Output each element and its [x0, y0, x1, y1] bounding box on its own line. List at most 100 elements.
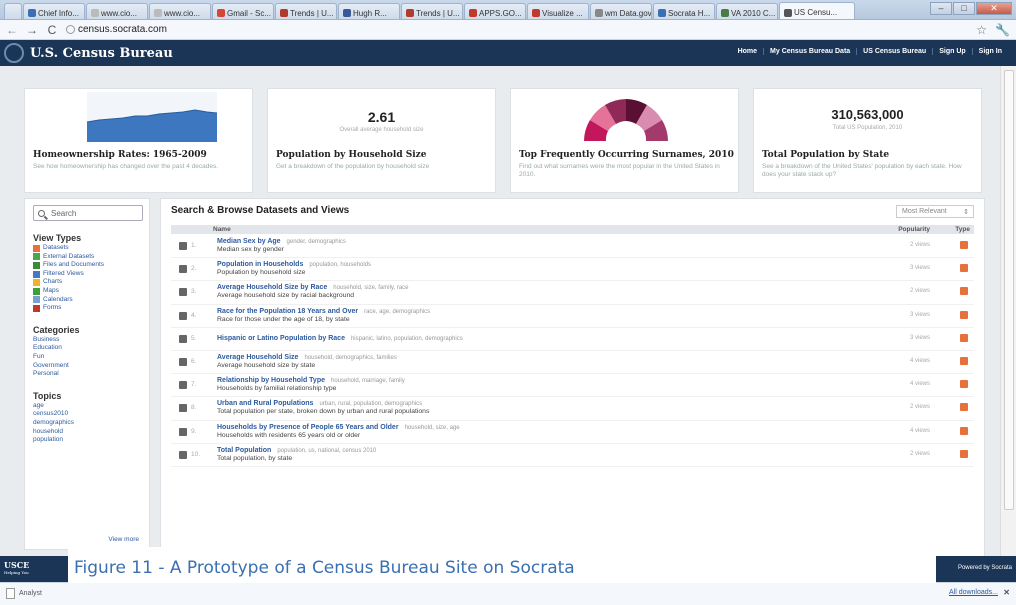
dataset-link[interactable]: Race for the Population 18 Years and Ove… — [217, 308, 358, 315]
browser-tab[interactable]: Hugh R... — [338, 3, 400, 19]
nav-my-data[interactable]: My Census Bureau Data — [763, 48, 856, 55]
table-row[interactable]: 10. Total Population population, us, natio… — [171, 444, 974, 467]
view-type-item[interactable]: Datasets — [33, 244, 141, 253]
topic-item[interactable]: demographics — [33, 419, 141, 428]
dataset-title: Population in Households population, hous… — [217, 261, 371, 268]
featured-card-total-population[interactable]: 310,563,000 Total US Population, 2010 To… — [753, 88, 982, 193]
dataset-link[interactable]: Average Household Size by Race — [217, 284, 327, 291]
view-type-item[interactable]: External Datasets — [33, 253, 141, 262]
browser-tab[interactable]: Trends | U... — [275, 3, 337, 19]
expand-row-icon[interactable] — [179, 265, 187, 274]
browser-tab[interactable]: VA 2010 C... — [716, 3, 778, 19]
view-type-item[interactable]: Files and Documents — [33, 261, 141, 270]
sort-select[interactable]: Most Relevant ⇕ — [896, 205, 974, 218]
browser-tab[interactable]: wm Data.gov — [590, 3, 652, 19]
browser-tab[interactable]: Chief Info... — [23, 3, 85, 19]
minimize-button[interactable]: – — [930, 2, 952, 15]
view-type-item[interactable]: Forms — [33, 304, 141, 313]
nav-home[interactable]: Home — [732, 48, 763, 55]
forward-icon[interactable]: → — [26, 23, 38, 37]
browser-tab[interactable]: Socrata H... — [653, 3, 715, 19]
table-row[interactable]: 8. Urban and Rural Populations urban, rura… — [171, 397, 974, 421]
topic-item[interactable]: population — [33, 436, 141, 445]
expand-row-icon[interactable] — [179, 404, 187, 413]
dataset-link[interactable]: Average Household Size — [217, 354, 298, 361]
nav-sign-in[interactable]: Sign In — [971, 48, 1008, 55]
category-item[interactable]: Personal — [33, 370, 141, 379]
table-row[interactable]: 2. Population in Households population, ho… — [171, 258, 974, 282]
tab-label: Socrata H... — [668, 8, 711, 18]
browser-tab-menu[interactable] — [4, 3, 22, 19]
category-item[interactable]: Government — [33, 362, 141, 371]
topic-item[interactable]: household — [33, 428, 141, 437]
tab-favicon-icon — [343, 9, 351, 17]
url-field[interactable]: census.socrata.com — [66, 22, 246, 38]
category-item[interactable]: Business — [33, 336, 141, 345]
expand-row-icon[interactable] — [179, 288, 187, 297]
close-download-bar-icon[interactable]: ✕ — [1003, 588, 1010, 597]
table-row[interactable]: 1. Median Sex by Age gender, demographics M… — [171, 235, 974, 259]
browser-tab[interactable]: Visualize ... — [527, 3, 589, 19]
expand-row-icon[interactable] — [179, 311, 187, 320]
view-type-item[interactable]: Maps — [33, 287, 141, 296]
all-downloads-link[interactable]: All downloads... — [949, 589, 998, 596]
wrench-menu-icon[interactable]: 🔧 — [995, 23, 1010, 37]
scrollbar-thumb[interactable] — [1004, 70, 1014, 510]
expand-row-icon[interactable] — [179, 427, 187, 436]
col-name[interactable]: Name — [213, 226, 231, 233]
search-input[interactable]: Search — [33, 205, 143, 221]
table-row[interactable]: 6. Average Household Size household, demog… — [171, 351, 974, 375]
table-row[interactable]: 5. Hispanic or Latino Population by Race h… — [171, 328, 974, 351]
table-row[interactable]: 3. Average Household Size by Race househol… — [171, 281, 974, 305]
expand-row-icon[interactable] — [179, 357, 187, 366]
dataset-link[interactable]: Population in Households — [217, 261, 303, 268]
featured-card-homeownership[interactable]: Homeownership Rates: 1965-2009 See how h… — [24, 88, 253, 193]
expand-row-icon[interactable] — [179, 450, 187, 459]
table-row[interactable]: 4. Race for the Population 18 Years and O… — [171, 305, 974, 328]
topic-item[interactable]: census2010 — [33, 410, 141, 419]
row-number: 2. — [191, 265, 197, 273]
table-row[interactable]: 9. Households by Presence of People 65 Ye… — [171, 421, 974, 444]
nav-sign-up[interactable]: Sign Up — [932, 48, 971, 55]
browser-tab[interactable]: APPS.GO... — [464, 3, 526, 19]
dataset-link[interactable]: Median Sex by Age — [217, 238, 281, 245]
bookmark-star-icon[interactable]: ☆ — [976, 23, 987, 37]
powered-by[interactable]: Powered by Socrata — [958, 565, 1012, 571]
dataset-link[interactable]: Relationship by Household Type — [217, 377, 325, 384]
expand-row-icon[interactable] — [179, 334, 187, 343]
table-row[interactable]: 7. Relationship by Household Type househol… — [171, 374, 974, 398]
topic-item[interactable]: age — [33, 402, 141, 411]
expand-row-icon[interactable] — [179, 242, 187, 250]
featured-card-household-size[interactable]: 2.61 Overall average household size Popu… — [267, 88, 496, 193]
col-type[interactable]: Type — [955, 226, 970, 233]
footer-logo[interactable]: USCE Helping You — [4, 561, 29, 577]
view-type-item[interactable]: Charts — [33, 278, 141, 287]
view-type-icon — [33, 253, 40, 261]
dataset-link[interactable]: Households by Presence of People 65 Year… — [217, 424, 399, 431]
close-window-button[interactable]: ✕ — [976, 2, 1012, 15]
col-popularity[interactable]: Popularity — [898, 226, 930, 233]
browser-tab[interactable]: Trends | U... — [401, 3, 463, 19]
card-title: Total Population by State — [762, 150, 890, 160]
dataset-link[interactable]: Hispanic or Latino Population by Race — [217, 335, 345, 342]
browser-tab[interactable]: www.cio... — [86, 3, 148, 19]
view-type-item[interactable]: Filtered Views — [33, 270, 141, 279]
dataset-link[interactable]: Urban and Rural Populations — [217, 400, 313, 407]
category-item[interactable]: Fun — [33, 353, 141, 362]
site-logo[interactable]: U.S. Census Bureau — [0, 43, 173, 63]
dataset-link[interactable]: Total Population — [217, 447, 271, 454]
reload-icon[interactable]: C — [46, 23, 58, 37]
maximize-button[interactable]: □ — [953, 2, 975, 15]
download-item[interactable]: Analyst — [6, 588, 42, 599]
view-more-link[interactable]: View more — [108, 536, 139, 543]
view-type-item[interactable]: Calendars — [33, 296, 141, 305]
browser-tab[interactable]: www.cio... — [149, 3, 211, 19]
page-scrollbar[interactable] — [1000, 66, 1016, 556]
back-icon[interactable]: ← — [6, 23, 18, 37]
nav-us-census[interactable]: US Census Bureau — [856, 48, 932, 55]
browser-tab[interactable]: US Censu... — [779, 2, 855, 19]
browser-tab[interactable]: Gmail - Sc... — [212, 3, 274, 19]
expand-row-icon[interactable] — [179, 381, 187, 390]
category-item[interactable]: Education — [33, 344, 141, 353]
featured-card-surnames[interactable]: Top Frequently Occurring Surnames, 2010 … — [510, 88, 739, 193]
